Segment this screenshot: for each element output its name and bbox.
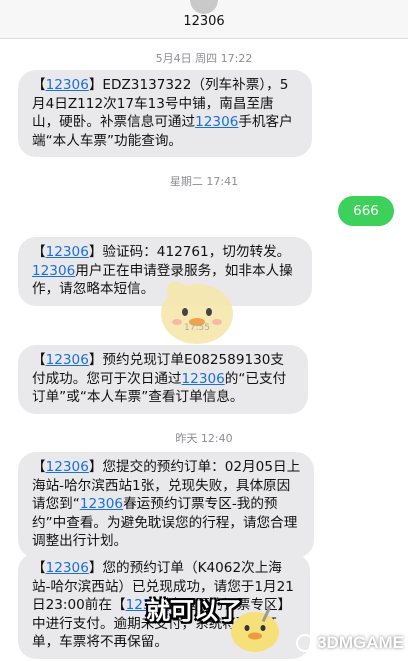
- incoming-message[interactable]: 【12306】EDZ3137322（列车补票），5月4日Z112次17车13号中…: [18, 70, 312, 157]
- message-text: 【: [32, 459, 46, 475]
- message-link[interactable]: 12306: [46, 77, 89, 93]
- message-text: 【: [32, 244, 46, 260]
- contact-avatar[interactable]: [190, 0, 218, 14]
- outgoing-message[interactable]: 666: [338, 196, 394, 226]
- watermark-logo-icon: [296, 634, 315, 652]
- sticker-time-text: 17:55: [184, 323, 210, 333]
- message-text: 【: [32, 77, 46, 93]
- duck-emoji-icon: [231, 606, 279, 652]
- message-link[interactable]: 12306: [46, 560, 89, 576]
- message-link[interactable]: 12306: [46, 459, 89, 475]
- message-link[interactable]: 12306: [46, 352, 89, 368]
- message-link[interactable]: 12306: [195, 114, 238, 130]
- message-link[interactable]: 12306: [32, 263, 75, 279]
- watermark: 3DMGAME: [296, 633, 404, 653]
- conversation-header: 12306: [0, 0, 408, 39]
- timestamp: 5月4日 周四 17:22: [155, 52, 253, 65]
- incoming-message[interactable]: 【12306】预约兑现订单E082589130支付成功。您可于次日通过12306…: [18, 345, 308, 414]
- timestamp: 星期二 17:41: [169, 175, 239, 188]
- message-text: 【: [32, 352, 46, 368]
- watermark-text: 3DMGAME: [317, 633, 404, 652]
- contact-name[interactable]: 12306: [0, 14, 408, 29]
- message-text: 】验证码：412761，切勿转发。: [88, 244, 291, 260]
- duck-sticker-icon: 17:55: [161, 281, 233, 344]
- incoming-message[interactable]: 【12306】您提交的预约订单：02月05日上海站-哈尔滨西站1张，兑现失败，具…: [18, 452, 314, 558]
- message-text: 【: [32, 560, 46, 576]
- message-link[interactable]: 12306: [80, 496, 123, 512]
- message-link[interactable]: 12306: [46, 244, 89, 260]
- timestamp: 昨天 12:40: [175, 432, 233, 445]
- message-link[interactable]: 12306: [182, 371, 225, 387]
